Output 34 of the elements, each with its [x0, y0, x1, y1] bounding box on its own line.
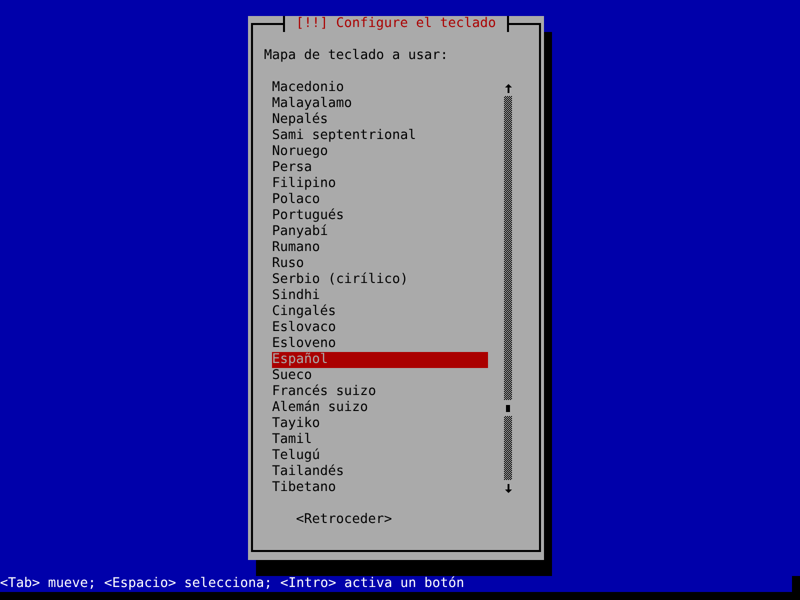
- list-item[interactable]: Tayiko: [272, 416, 488, 432]
- list-item[interactable]: Sueco: [272, 368, 488, 384]
- list-item[interactable]: Malayalamo: [272, 96, 488, 112]
- list-item[interactable]: Francés suizo: [272, 384, 488, 400]
- list-item[interactable]: Persa: [272, 160, 488, 176]
- list-item[interactable]: Panyabí: [272, 224, 488, 240]
- arrow-up-icon[interactable]: [504, 84, 512, 92]
- back-button[interactable]: <Retroceder>: [296, 512, 392, 528]
- list-item[interactable]: Tailandés: [272, 464, 488, 480]
- scrollbar-track[interactable]: [504, 96, 512, 400]
- list-item[interactable]: Ruso: [272, 256, 488, 272]
- list-item[interactable]: Serbio (cirílico): [272, 272, 488, 288]
- arrow-down-icon[interactable]: [504, 484, 512, 492]
- list-item[interactable]: Sami septentrional: [272, 128, 488, 144]
- list-item[interactable]: Tamil: [272, 432, 488, 448]
- list-item[interactable]: Portugués: [272, 208, 488, 224]
- scrollbar-thumb[interactable]: [506, 404, 510, 412]
- dialog-title: [!!] Configure el teclado: [282, 16, 510, 32]
- scrollbar-track[interactable]: [504, 416, 512, 480]
- list-item[interactable]: Eslovaco: [272, 320, 488, 336]
- list-item[interactable]: Alemán suizo: [272, 400, 488, 416]
- prompt-label: Mapa de teclado a usar:: [264, 48, 448, 64]
- status-bar: <Tab> mueve; <Espacio> selecciona; <Intro> activa un botón: [0, 576, 792, 592]
- list-item[interactable]: Filipino: [272, 176, 488, 192]
- list-item[interactable]: Sindhi: [272, 288, 488, 304]
- list-item[interactable]: Tibetano: [272, 480, 488, 496]
- list-item[interactable]: Noruego: [272, 144, 488, 160]
- list-item[interactable]: Polaco: [272, 192, 488, 208]
- list-item[interactable]: Cingalés: [272, 304, 488, 320]
- list-item[interactable]: Esloveno: [272, 336, 488, 352]
- list-item[interactable]: Rumano: [272, 240, 488, 256]
- list-item[interactable]: Telugú: [272, 448, 488, 464]
- list-item[interactable]: Nepalés: [272, 112, 488, 128]
- list-item[interactable]: Macedonio: [272, 80, 488, 96]
